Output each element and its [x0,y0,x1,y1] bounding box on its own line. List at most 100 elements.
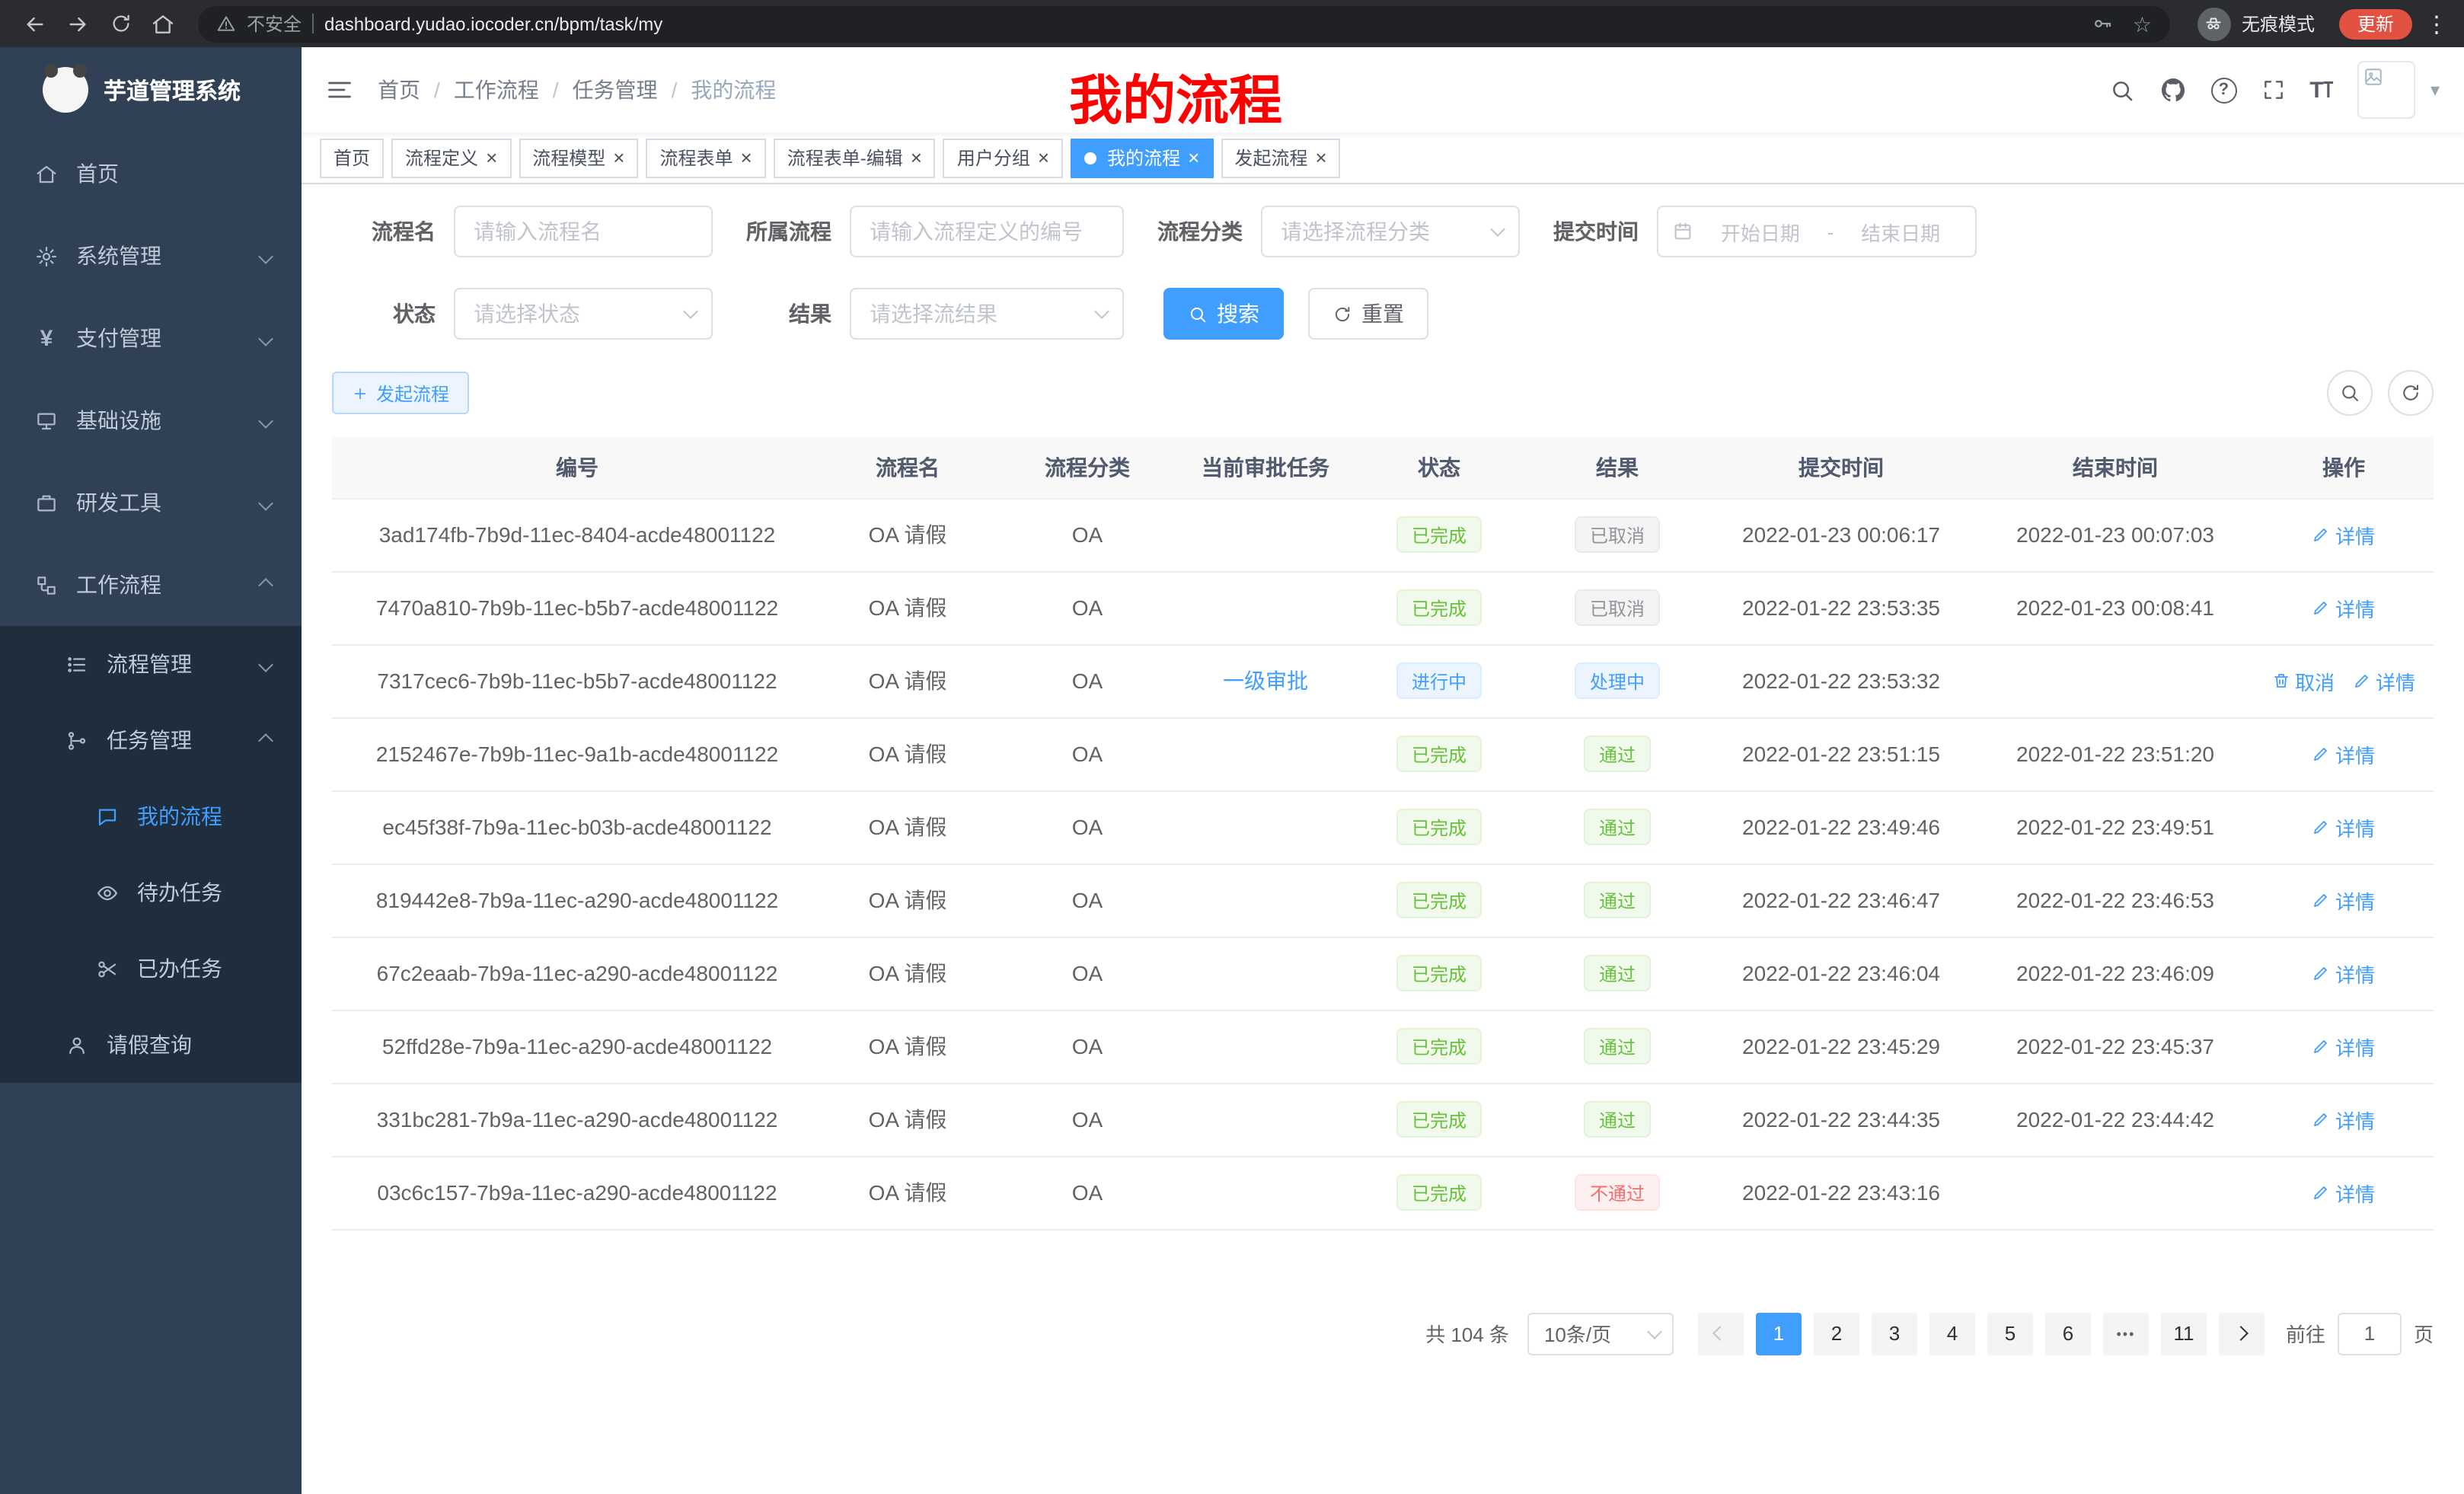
page-button-3[interactable]: 3 [1872,1312,1917,1355]
detail-button[interactable]: 详情 [2312,1178,2375,1207]
tab-user-group[interactable]: 用户分组 [943,138,1063,177]
cancel-button[interactable]: 取消 [2272,666,2335,695]
close-icon[interactable] [613,148,624,168]
home-icon[interactable] [143,4,183,43]
sidebar-item-leave-query[interactable]: 请假查询 [0,1007,302,1083]
column-header-name: 流程名 [822,437,993,498]
process-definition-input[interactable] [850,206,1124,257]
sidebar-item-done-tasks[interactable]: 已办任务 [0,931,302,1007]
next-page-button[interactable] [2219,1312,2265,1355]
close-icon[interactable] [911,148,922,168]
process-category-select[interactable]: 请选择流程分类 [1261,206,1520,257]
sidebar-item-todo-tasks[interactable]: 待办任务 [0,854,302,931]
tab-start-process[interactable]: 发起流程 [1221,138,1340,177]
breadcrumb-task-management[interactable]: 任务管理 [573,75,658,105]
close-icon[interactable] [1188,148,1199,168]
forward-icon[interactable] [58,4,97,43]
page-button-11[interactable]: 11 [2161,1312,2207,1355]
search-icon[interactable] [2108,77,2134,103]
hamburger-icon[interactable] [326,76,353,104]
breadcrumb-current: 我的流程 [691,75,776,105]
bookmark-star-icon[interactable]: ☆ [2133,13,2152,34]
status-label: 状态 [332,298,454,329]
refresh-table-button[interactable] [2388,370,2434,416]
page-button-2[interactable]: 2 [1814,1312,1859,1355]
result-select[interactable]: 请选择流结果 [850,288,1124,340]
sidebar-item-task-management[interactable]: 任务管理 [0,702,302,778]
prev-page-button[interactable] [1698,1312,1744,1355]
result-badge: 通过 [1584,955,1651,991]
submit-time-range-picker[interactable]: 开始日期 - 结束日期 [1657,206,1977,257]
detail-button[interactable]: 详情 [2312,739,2375,768]
help-icon[interactable] [2210,77,2236,103]
current-task-link[interactable]: 一级审批 [1223,669,1308,693]
page-button-6[interactable]: 6 [2045,1312,2091,1355]
sidebar-item-home[interactable]: 首页 [0,132,302,215]
result-badge: 已取消 [1575,516,1660,553]
close-icon[interactable] [1038,148,1049,168]
close-icon[interactable] [1315,148,1326,168]
tab-home[interactable]: 首页 [320,138,384,177]
close-icon[interactable] [486,148,497,168]
process-name-input[interactable] [454,206,713,257]
status-badge: 已完成 [1396,516,1482,553]
workflow-submenu: 流程管理 任务管理 我的流程 待办任务 [0,626,302,1083]
status-select[interactable]: 请选择状态 [454,288,713,340]
reload-icon[interactable] [101,4,140,43]
sidebar-item-devtools[interactable]: 研发工具 [0,461,302,544]
search-button[interactable]: 搜索 [1163,288,1284,340]
goto-page-input[interactable] [2338,1312,2402,1355]
page-size-select[interactable]: 10条/页 [1527,1312,1674,1355]
address-bar[interactable]: 不安全 dashboard.yudao.iocoder.cn/bpm/task/… [198,5,2170,42]
more-pages-button[interactable] [2103,1312,2149,1355]
sidebar-item-workflow[interactable]: 工作流程 [0,544,302,626]
sidebar-item-payment[interactable]: 支付管理 [0,297,302,379]
fullscreen-icon[interactable] [2261,78,2285,102]
avatar[interactable] [2357,61,2415,119]
detail-button[interactable]: 详情 [2312,812,2375,841]
sidebar-item-my-processes[interactable]: 我的流程 [0,778,302,854]
detail-button[interactable]: 详情 [2312,520,2375,549]
password-key-icon[interactable] [2092,12,2115,35]
incognito-icon [2197,7,2231,40]
annotation-title: 我的流程 [1069,58,1282,136]
scissors-icon [94,957,120,980]
divider [312,14,314,34]
toggle-search-button[interactable] [2327,370,2373,416]
tab-my-processes[interactable]: 我的流程 [1071,138,1213,177]
detail-button[interactable]: 详情 [2312,959,2375,988]
sidebar-item-process-management[interactable]: 流程管理 [0,626,302,702]
tab-process-form-edit[interactable]: 流程表单-编辑 [774,138,936,177]
page-button-4[interactable]: 4 [1929,1312,1975,1355]
start-process-button[interactable]: 发起流程 [332,372,469,414]
reset-button[interactable]: 重置 [1308,288,1428,340]
detail-button[interactable]: 详情 [2312,1105,2375,1134]
tab-process-form[interactable]: 流程表单 [646,138,765,177]
close-icon[interactable] [741,148,752,168]
tab-process-model[interactable]: 流程模型 [519,138,638,177]
page-button-1[interactable]: 1 [1756,1312,1802,1355]
start-date-placeholder: 开始日期 [1700,217,1821,246]
back-icon[interactable] [15,4,55,43]
monitor-icon [34,409,59,432]
status-badge: 已完成 [1396,955,1482,991]
delete-icon [2272,672,2290,690]
detail-button[interactable]: 详情 [2312,593,2375,622]
update-button[interactable]: 更新 [2339,8,2412,39]
tab-process-definition[interactable]: 流程定义 [391,138,511,177]
detail-button[interactable]: 详情 [2353,666,2415,695]
sidebar-item-system[interactable]: 系统管理 [0,215,302,297]
font-size-icon[interactable] [2309,76,2333,104]
chevron-down-icon[interactable] [2430,79,2440,101]
result-badge: 通过 [1584,1028,1651,1065]
sidebar-item-infrastructure[interactable]: 基础设施 [0,379,302,461]
browser-menu-icon[interactable] [2424,10,2449,37]
tabs-bar: 首页 流程定义 流程模型 流程表单 流程表单-编辑 用户分组 我的流程 发起流程 [302,132,2464,184]
github-icon[interactable] [2159,76,2186,104]
breadcrumb-home[interactable]: 首页 [378,75,420,105]
page-button-5[interactable]: 5 [1987,1312,2033,1355]
detail-button[interactable]: 详情 [2312,1032,2375,1061]
breadcrumb-workflow[interactable]: 工作流程 [454,75,539,105]
detail-button[interactable]: 详情 [2312,886,2375,915]
page-content: 流程名 所属流程 流程分类 请选择流程分类 提交时间 开始日期 - 结束日期 [302,184,2464,1494]
